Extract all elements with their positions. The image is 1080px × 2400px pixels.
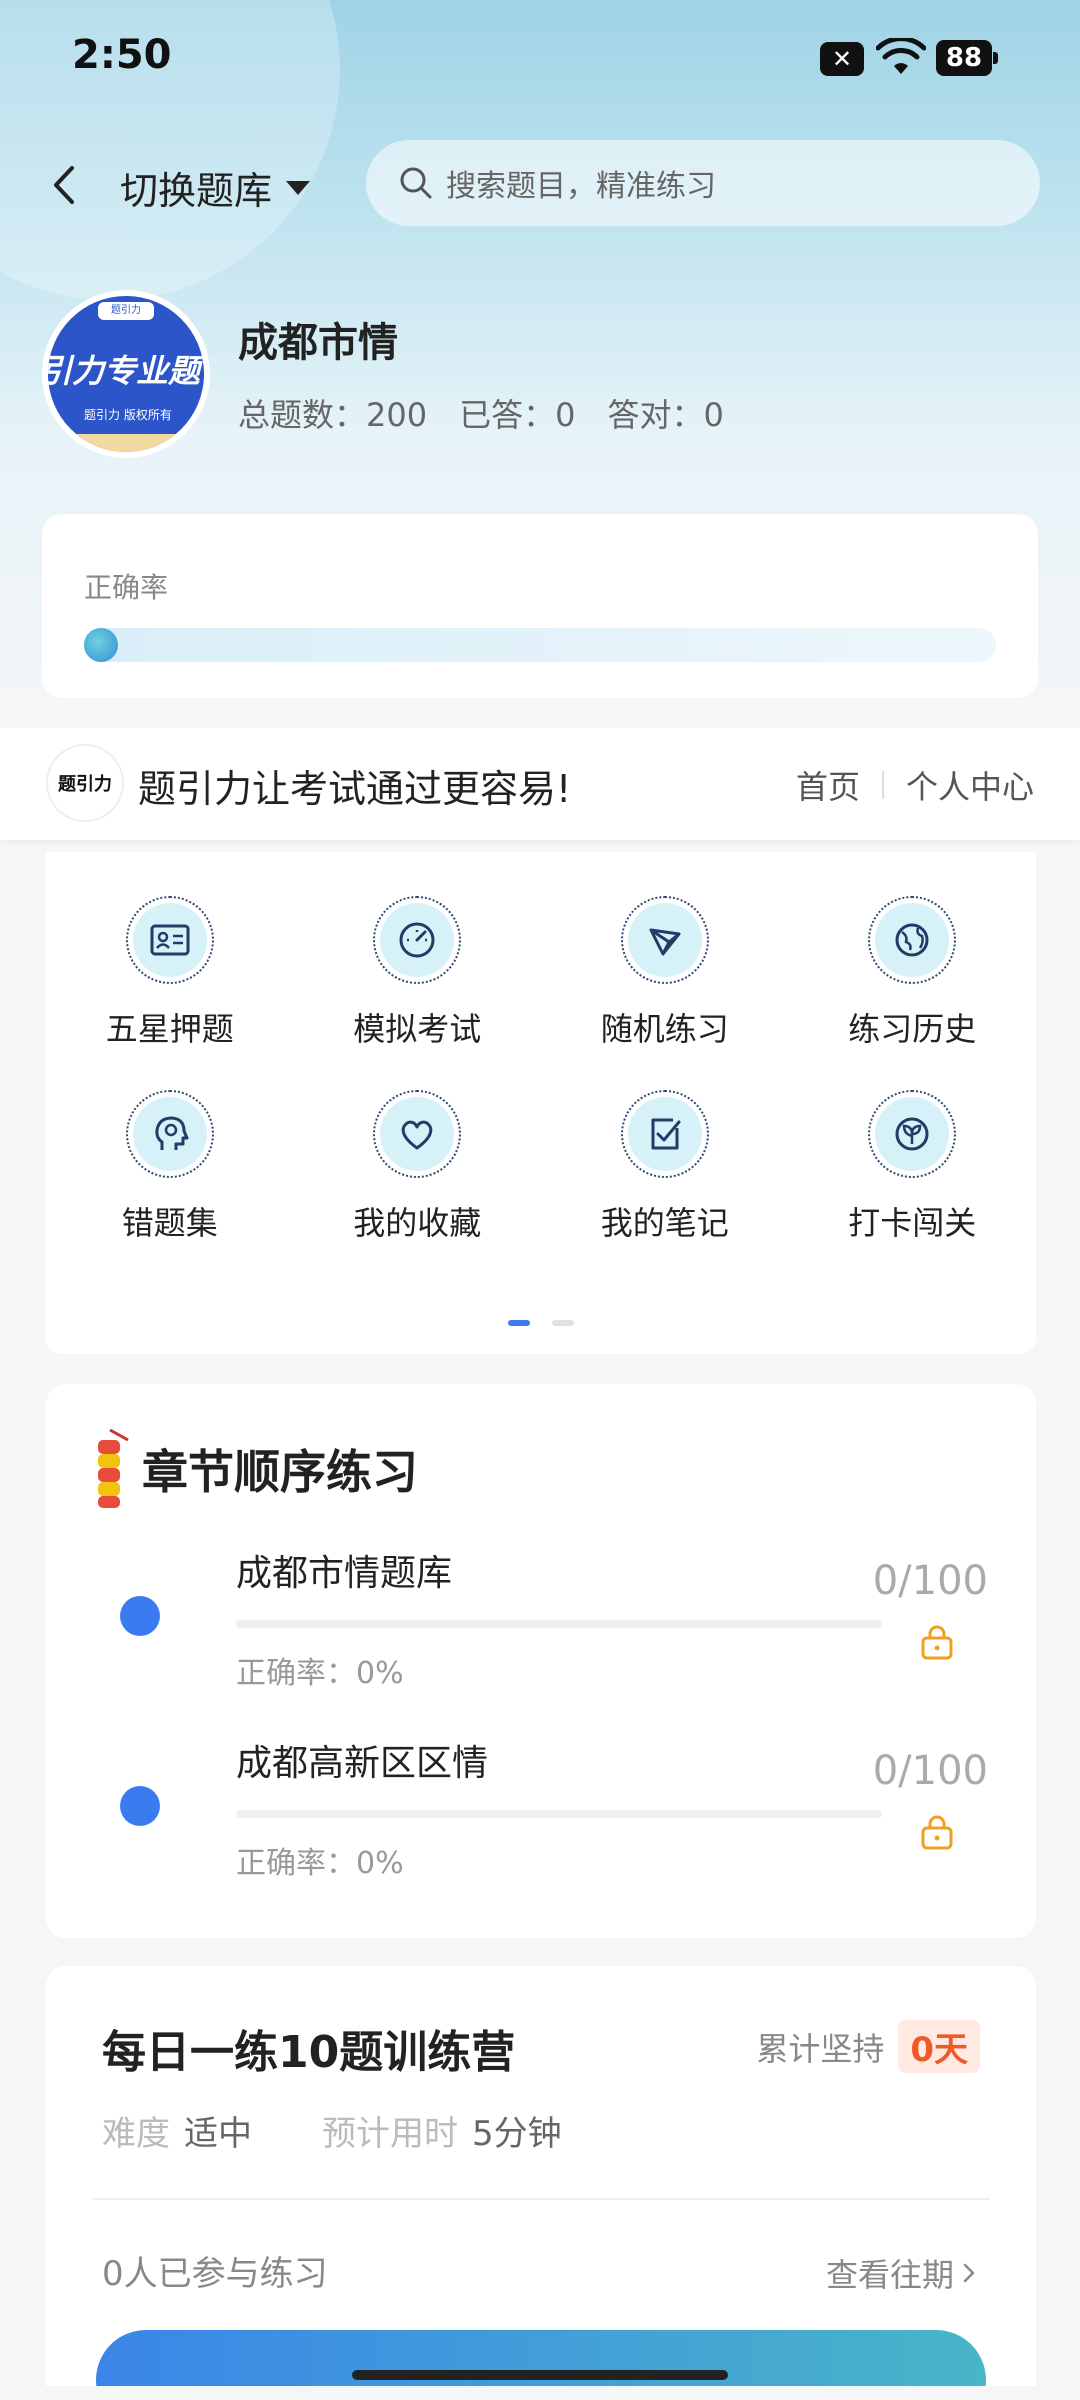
lock-icon [921, 1625, 953, 1660]
daily-practice-card: 每日一练10题训练营 累计坚持 0天 难度 适中 预计用时 5分钟 0人已参与练… [46, 1966, 1036, 2386]
search-input[interactable]: 搜索题目，精准练习 [366, 140, 1040, 226]
network-icon [649, 928, 681, 956]
back-arrow-icon[interactable] [44, 160, 84, 210]
note-check-icon [651, 1118, 681, 1150]
feature-random-practice[interactable]: 随机练习 [541, 896, 789, 1050]
feature-label: 练习历史 [848, 1010, 977, 1048]
stat-correct: 答对：0 [607, 396, 724, 434]
heart-icon [401, 1120, 433, 1150]
feature-label: 错题集 [121, 1204, 218, 1242]
globe-icon [895, 923, 929, 957]
feature-label: 模拟考试 [353, 1010, 482, 1048]
banner-slogan: 题引力让考试通过更容易! [138, 767, 572, 811]
participants-count: 0人已参与练习 [102, 2254, 328, 2294]
time-label: 预计用时 [322, 2114, 458, 2154]
promo-banner: 题引力 题引力让考试通过更容易! 首页 个人中心 [0, 728, 1080, 840]
history-link[interactable]: 查看往期 [826, 2250, 976, 2296]
feature-grid-card: 五星押题 模拟考试 随机练习 练习历史 错题集 我的收藏 我的笔记 打卡闯关 [46, 852, 1036, 1354]
time-value: 5分钟 [472, 2114, 562, 2154]
sprout-icon [895, 1117, 929, 1151]
chapter-accuracy: 正确率：0% [236, 1656, 404, 1691]
accuracy-progress-dot [84, 628, 118, 662]
chapter-header: 章节顺序练习 [90, 1426, 418, 1512]
difficulty-value: 适中 [184, 2114, 252, 2154]
chapter-bullet [120, 1786, 160, 1826]
battery-indicator: 88 [936, 40, 998, 76]
banner-links: 首页 个人中心 [796, 762, 1034, 808]
chapter-bullet [120, 1596, 160, 1636]
feature-history[interactable]: 练习历史 [789, 896, 1037, 1050]
accuracy-label: 正确率 [84, 571, 169, 604]
gauge-icon [399, 922, 435, 958]
logo-pill: 题引力 [98, 302, 154, 320]
chapter-accuracy: 正确率：0% [236, 1846, 404, 1881]
streak-badge: 0天 [898, 2020, 980, 2073]
chapter-progress-bar [236, 1810, 882, 1818]
accuracy-card: 正确率 [42, 514, 1038, 698]
grid-pager [508, 1320, 574, 1326]
caret-down-icon [286, 180, 311, 195]
home-link[interactable]: 首页 [796, 762, 860, 808]
feature-label: 随机练习 [600, 1010, 729, 1048]
status-bar: 2:50 ✕ 88 [0, 0, 1080, 120]
streak: 累计坚持 0天 [756, 2020, 980, 2073]
status-time: 2:50 [72, 32, 172, 78]
search-icon [400, 167, 432, 199]
switch-bank-label: 切换题库 [120, 169, 273, 213]
chapter-count: 0/100 [872, 1558, 988, 1604]
link-divider [881, 771, 884, 799]
feature-mock-exam[interactable]: 模拟考试 [294, 896, 542, 1050]
notification-x-icon: ✕ [820, 42, 864, 76]
firecracker-icon [98, 1428, 129, 1508]
switch-bank-button[interactable]: 切换题库 [120, 160, 311, 215]
history-link-label: 查看往期 [825, 2256, 954, 2294]
chapter-item[interactable]: 成都市情题库 正确率：0% 0/100 [46, 1544, 1036, 1704]
chapter-count: 0/100 [872, 1748, 988, 1794]
chapter-section-title: 章节顺序练习 [142, 1445, 418, 1499]
logo-sub: 题引力 版权所有 [84, 408, 172, 422]
profile-link[interactable]: 个人中心 [906, 762, 1034, 808]
accuracy-progress-bar [84, 628, 996, 662]
banner-logo-text: 题引力 [58, 774, 112, 795]
divider [92, 2198, 990, 2200]
feature-five-star[interactable]: 五星押题 [46, 896, 294, 1050]
pager-dot[interactable] [552, 1320, 574, 1326]
chapter-practice-card: 章节顺序练习 成都市情题库 正确率：0% 0/100 成都高新区区情 正确率：0… [46, 1384, 1036, 1938]
top-nav: 切换题库 搜索题目，精准练习 [0, 140, 1080, 230]
feature-favorites[interactable]: 我的收藏 [294, 1090, 542, 1244]
feature-notes[interactable]: 我的笔记 [541, 1090, 789, 1244]
banner-logo: 题引力 [46, 744, 124, 822]
feature-wrong-set[interactable]: 错题集 [46, 1090, 294, 1244]
chapter-item[interactable]: 成都高新区区情 正确率：0% 0/100 [46, 1734, 1036, 1894]
id-card-icon [150, 924, 190, 956]
streak-label: 累计坚持 [756, 2029, 885, 2068]
search-placeholder: 搜索题目，精准练习 [446, 169, 716, 204]
chevron-right-icon [963, 2263, 975, 2283]
feature-grid: 五星押题 模拟考试 随机练习 练习历史 错题集 我的收藏 我的笔记 打卡闯关 [46, 896, 1036, 1244]
feature-label: 我的收藏 [353, 1204, 482, 1242]
lock-icon [921, 1815, 953, 1850]
stat-total: 总题数：200 [238, 396, 428, 434]
pager-dot-active[interactable] [508, 1320, 530, 1326]
feature-checkin[interactable]: 打卡闯关 [789, 1090, 1037, 1244]
wifi-icon [876, 38, 926, 74]
feature-label: 我的笔记 [600, 1204, 729, 1242]
daily-title: 每日一练10题训练营 [102, 2027, 516, 2078]
bank-profile: 题引力 引力专业题 题引力 版权所有 成都市情 总题数：200 已答：0 答对：… [42, 290, 1042, 460]
daily-meta: 难度 适中 预计用时 5分钟 [102, 2106, 632, 2155]
chapter-name: 成都高新区区情 [236, 1743, 489, 1784]
stat-answered: 已答：0 [459, 396, 576, 434]
feature-label: 打卡闯关 [848, 1204, 977, 1242]
chapter-progress-bar [236, 1620, 882, 1628]
home-indicator[interactable] [352, 2370, 728, 2380]
head-icon [155, 1116, 189, 1150]
bank-stats: 总题数：200 已答：0 答对：0 [238, 390, 724, 436]
feature-label: 五星押题 [105, 1010, 234, 1048]
difficulty-label: 难度 [102, 2114, 170, 2154]
chapter-name: 成都市情题库 [236, 1553, 453, 1594]
bank-title: 成都市情 [238, 320, 398, 366]
bank-logo: 题引力 引力专业题 题引力 版权所有 [42, 290, 210, 458]
logo-text: 引力专业题 [48, 352, 201, 390]
